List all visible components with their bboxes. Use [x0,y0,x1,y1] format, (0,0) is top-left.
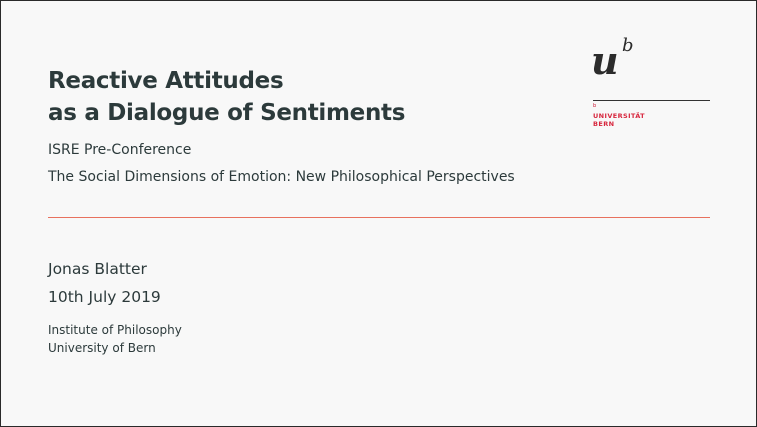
logo-letter-u: u [591,38,619,83]
university-logo: u b b UNIVERSITÄT BERN [591,37,711,137]
presentation-date: 10th July 2019 [48,288,161,306]
title-line-1: Reactive Attitudes [48,68,284,94]
affiliation: Institute of Philosophy University of Be… [48,321,182,357]
logo-wordmark: UNIVERSITÄT BERN [593,112,645,128]
logo-wordmark-line-2: BERN [593,120,615,128]
university-name: University of Bern [48,341,156,355]
title-divider [48,217,710,218]
logo-rule [593,100,710,101]
logo-letter-b: b [622,35,634,56]
logo-mark: b [593,103,597,109]
author-name: Jonas Blatter [48,260,147,278]
institute-name: Institute of Philosophy [48,323,182,337]
presentation-slide: Reactive Attitudes as a Dialogue of Sent… [0,0,757,427]
slide-title: Reactive Attitudes as a Dialogue of Sent… [48,65,405,129]
conference-name: ISRE Pre-Conference [48,142,192,158]
logo-wordmark-line-1: UNIVERSITÄT [593,112,646,120]
conference-theme: The Social Dimensions of Emotion: New Ph… [48,169,515,185]
title-line-2: as a Dialogue of Sentiments [48,100,406,126]
